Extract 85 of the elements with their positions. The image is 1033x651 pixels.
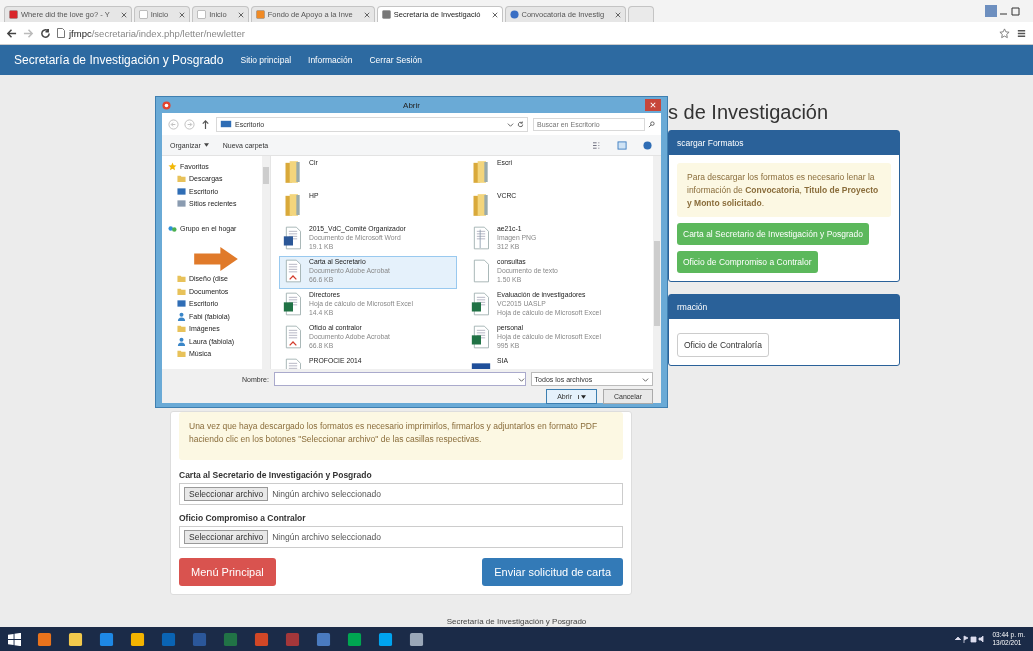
start-button-icon[interactable]	[8, 632, 21, 646]
form-action-button[interactable]: Enviar solicitud de carta	[482, 557, 623, 586]
scrollbar[interactable]	[262, 156, 270, 369]
close-icon[interactable]	[179, 11, 186, 18]
globe-icon	[509, 10, 519, 19]
scrollbar[interactable]	[653, 156, 661, 369]
spreadsheet-icon	[471, 324, 491, 350]
folder-icon	[177, 174, 186, 184]
close-icon[interactable]	[491, 11, 498, 18]
people-icon	[168, 223, 177, 233]
caret-icon[interactable]	[578, 394, 586, 399]
menu-icon[interactable]	[1016, 27, 1027, 39]
building-icon	[381, 10, 391, 19]
app-icon[interactable]	[99, 631, 114, 647]
monitor-icon	[220, 120, 232, 128]
close-icon[interactable]	[120, 11, 127, 18]
spreadsheet-icon	[471, 291, 491, 317]
page-icon	[57, 28, 65, 38]
close-icon	[650, 102, 656, 108]
app-icon[interactable]	[130, 631, 145, 647]
panel-header: scargar Formatos	[669, 131, 899, 155]
panel-header: rmación	[669, 295, 899, 320]
text-file-icon	[471, 258, 491, 284]
field-label: Oficio Compromiso a Contralor	[179, 512, 307, 523]
document-stack-icon	[177, 199, 186, 209]
form-action-button[interactable]: Menú Principal	[179, 557, 276, 586]
word-document-icon	[283, 225, 303, 251]
choose-file-button[interactable]: Seleccionar archivo	[184, 486, 269, 501]
monitor-icon	[177, 299, 186, 309]
spreadsheet-icon	[283, 291, 303, 317]
instructions-alert: Una vez que haya descargado los formatos es necesario imprimirlos, firmarlos y adjuntarlos en formato PDF haciendo clic en los botones "Seleccionar archivo" de las casillas respectivas.	[179, 412, 623, 460]
bookmark-star-icon[interactable]	[999, 27, 1010, 39]
pdf-document-icon	[283, 258, 303, 284]
folder-icon	[283, 159, 303, 185]
folder-icon	[471, 159, 491, 185]
footer-text: Secretaría de Investigación y Posgrado	[445, 616, 588, 627]
user-icon	[177, 336, 186, 346]
reload-icon[interactable]	[40, 27, 51, 39]
star-icon	[168, 161, 177, 171]
app-icon[interactable]	[378, 631, 393, 647]
dialog-title: Abrir	[403, 100, 420, 110]
nav-link[interactable]: Cerrar Sesión	[369, 55, 422, 65]
downloads-alert: Para descargar los formatos es necesario lenar la información de Convocatoria, Titulo de Proyecto y Monto solicitado.	[677, 163, 891, 218]
refresh-icon[interactable]	[517, 120, 524, 128]
back-icon[interactable]	[6, 27, 17, 39]
file-input-field[interactable]: Seleccionar archivo Ningún archivo seleccionado	[179, 482, 623, 505]
app-icon[interactable]	[68, 631, 83, 647]
monitor-icon	[177, 186, 186, 196]
pdf-document-icon	[283, 324, 303, 350]
up-arrow-icon[interactable]	[200, 118, 211, 130]
address-field[interactable]: jfmpc/secretaria/index.php/letter/newletter	[57, 25, 993, 41]
caret-icon	[642, 375, 649, 383]
app-icon[interactable]	[37, 631, 52, 647]
search-icon	[648, 120, 655, 128]
page-icon	[197, 10, 207, 19]
preview-pane-icon[interactable]	[617, 140, 628, 150]
help-icon[interactable]	[642, 140, 653, 150]
file-status-text: Ningún archivo seleccionado	[272, 531, 381, 542]
close-icon[interactable]	[237, 11, 244, 18]
app-logo-icon	[162, 100, 171, 110]
user-icon	[177, 311, 186, 321]
folder-icon	[177, 324, 186, 334]
nav-link[interactable]: Sitio principal	[240, 55, 292, 65]
folder-icon	[283, 192, 303, 218]
field-label: Carta al Secretario de Investigación y Posgrado	[179, 469, 373, 480]
file-input-field[interactable]: Seleccionar archivo Ningún archivo seleccionado	[179, 525, 623, 548]
page-icon	[138, 10, 148, 19]
site-icon	[255, 10, 265, 19]
site-brand-link[interactable]: Secretaría de Investigación y Posgrado	[14, 53, 224, 67]
document-button[interactable]: Oficio de Contraloría	[677, 333, 769, 358]
close-button[interactable]	[645, 99, 661, 111]
caret-icon	[203, 143, 209, 147]
folder-icon	[471, 192, 491, 218]
choose-file-button[interactable]: Seleccionar archivo	[184, 529, 269, 544]
tray-icons-icon[interactable]	[954, 634, 985, 644]
folder-icon	[177, 349, 186, 359]
video-icon	[9, 10, 18, 19]
close-icon[interactable]	[363, 11, 370, 18]
close-icon[interactable]	[615, 11, 622, 18]
app-icon[interactable]	[347, 631, 362, 647]
app-icon[interactable]	[409, 631, 424, 647]
nav-link[interactable]: Información	[308, 55, 353, 65]
file-status-text: Ningún archivo seleccionado	[272, 488, 381, 499]
page-heading: s de Investigación	[668, 101, 830, 124]
image-file-icon	[471, 225, 491, 251]
